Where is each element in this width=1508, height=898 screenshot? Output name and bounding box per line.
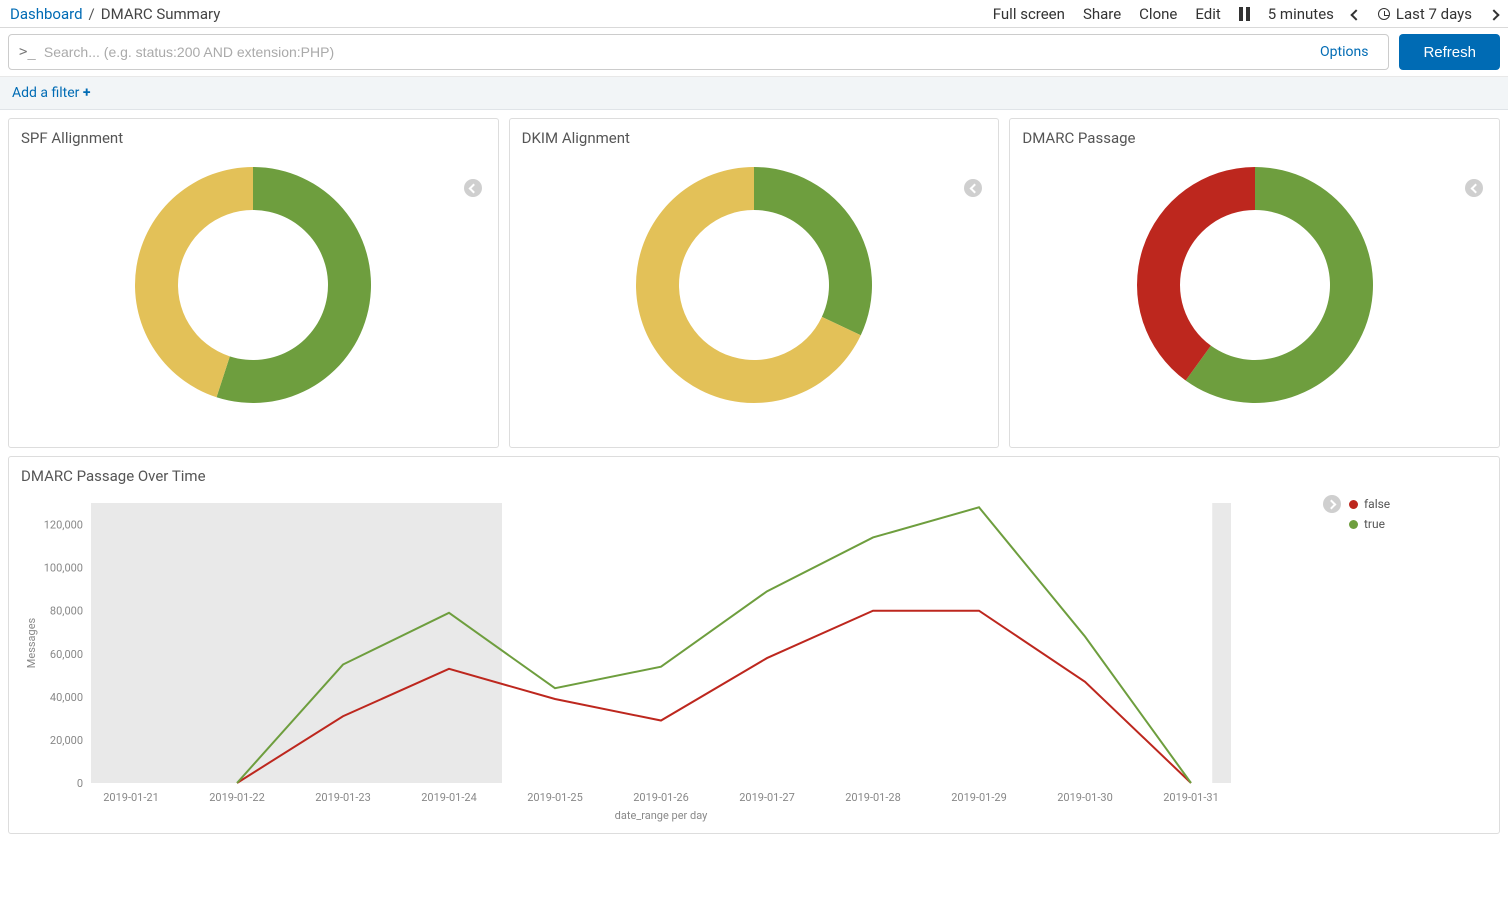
svg-text:2019-01-26: 2019-01-26 (633, 791, 689, 804)
svg-text:date_range per day: date_range per day (615, 809, 708, 822)
panel-dmarc-passage: DMARC Passage (1009, 118, 1500, 448)
time-next-button[interactable] (1490, 5, 1498, 23)
svg-text:2019-01-30: 2019-01-30 (1057, 791, 1113, 804)
svg-text:40,000: 40,000 (50, 691, 83, 704)
share-button[interactable]: Share (1083, 5, 1121, 23)
time-prev-button[interactable] (1352, 5, 1360, 23)
svg-text:2019-01-29: 2019-01-29 (951, 791, 1007, 804)
panel-title: DMARC Passage Over Time (21, 467, 1487, 485)
legend-dot-icon (1349, 520, 1358, 529)
legend-label: false (1364, 497, 1390, 511)
svg-text:60,000: 60,000 (50, 648, 83, 661)
svg-text:Messages: Messages (25, 617, 38, 668)
search-prefix-icon: >_ (19, 44, 36, 60)
svg-text:0: 0 (77, 777, 83, 790)
svg-text:2019-01-21: 2019-01-21 (103, 791, 159, 804)
svg-text:2019-01-24: 2019-01-24 (421, 791, 477, 804)
breadcrumb-dashboard-link[interactable]: Dashboard (10, 5, 83, 23)
donut-chart-dmarc (1022, 155, 1487, 415)
breadcrumb-separator: / (89, 5, 95, 23)
svg-text:120,000: 120,000 (44, 519, 83, 532)
legend-label: true (1364, 517, 1385, 531)
edit-button[interactable]: Edit (1195, 5, 1220, 23)
panel-title: DKIM Alignment (522, 129, 987, 147)
legend-item-true[interactable]: true (1349, 517, 1487, 531)
search-row: >_ Options Refresh (0, 28, 1508, 77)
legend: false true (1327, 493, 1487, 823)
search-box[interactable]: >_ Options (8, 34, 1389, 70)
panel-dmarc-over-time: DMARC Passage Over Time 0 20,000 40,000 60,… (8, 456, 1500, 834)
panel-collapse-icon[interactable] (1465, 179, 1483, 197)
breadcrumb-bar: Dashboard / DMARC Summary Full screen Sh… (0, 0, 1508, 28)
panel-collapse-icon[interactable] (464, 179, 482, 197)
clock-icon (1378, 8, 1390, 20)
line-chart: 0 20,000 40,000 60,000 80,000 100,000 120,000 M… (21, 493, 1317, 823)
add-filter-button[interactable]: Add a filter + (12, 85, 91, 101)
panel-spf-alignment: SPF Allignment (8, 118, 499, 448)
svg-text:2019-01-31: 2019-01-31 (1163, 791, 1219, 804)
svg-text:20,000: 20,000 (50, 734, 83, 747)
legend-collapse-icon[interactable] (1323, 495, 1341, 513)
time-range-picker[interactable]: Last 7 days (1378, 5, 1472, 23)
svg-text:100,000: 100,000 (44, 562, 83, 575)
add-filter-label: Add a filter (12, 85, 79, 101)
svg-text:2019-01-27: 2019-01-27 (739, 791, 795, 804)
plus-icon: + (83, 85, 91, 101)
page-title: DMARC Summary (101, 5, 221, 23)
clone-button[interactable]: Clone (1139, 5, 1177, 23)
legend-item-false[interactable]: false (1349, 497, 1487, 511)
svg-text:80,000: 80,000 (50, 605, 83, 618)
donut-chart-dkim (522, 155, 987, 415)
refresh-interval[interactable]: 5 minutes (1268, 5, 1334, 23)
time-range-label: Last 7 days (1396, 5, 1472, 23)
svg-text:2019-01-28: 2019-01-28 (845, 791, 901, 804)
donut-panels-row: SPF Allignment DKIM Alignment DMARC Pass… (0, 110, 1508, 456)
panel-dkim-alignment: DKIM Alignment (509, 118, 1000, 448)
svg-text:2019-01-22: 2019-01-22 (209, 791, 265, 804)
panel-title: SPF Allignment (21, 129, 486, 147)
donut-chart-spf (21, 155, 486, 415)
legend-dot-icon (1349, 500, 1358, 509)
refresh-button[interactable]: Refresh (1399, 34, 1500, 70)
search-options-link[interactable]: Options (1320, 44, 1368, 60)
filter-bar: Add a filter + (0, 77, 1508, 110)
svg-text:2019-01-23: 2019-01-23 (315, 791, 371, 804)
svg-text:2019-01-25: 2019-01-25 (527, 791, 583, 804)
full-screen-button[interactable]: Full screen (993, 5, 1065, 23)
search-input[interactable] (44, 44, 1320, 60)
pause-icon[interactable] (1239, 7, 1250, 21)
panel-title: DMARC Passage (1022, 129, 1487, 147)
